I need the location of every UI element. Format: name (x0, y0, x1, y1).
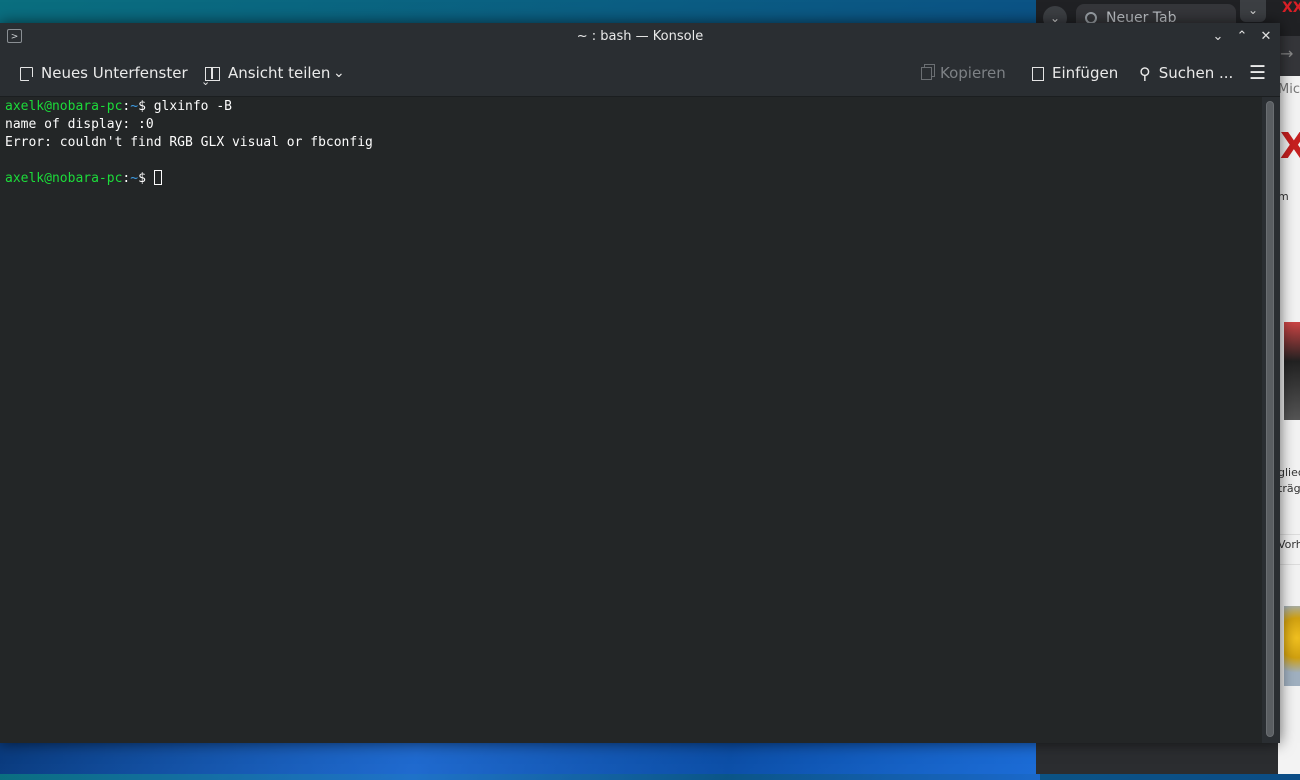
window-title: ~ : bash — Konsole (576, 29, 704, 44)
hamburger-menu-button[interactable]: ☰ (1249, 51, 1274, 96)
paste-label: Einfügen (1052, 64, 1119, 82)
paste-button[interactable]: Einfügen (1032, 51, 1118, 96)
output-line: Error: couldn't find RGB GLX visual or f… (5, 135, 373, 150)
search-icon: ⚲ (1139, 64, 1151, 83)
close-button[interactable]: ✕ (1256, 27, 1276, 47)
prompt-dollar: $ (138, 99, 154, 114)
konsole-toolbar: Neues Unterfenster ⌄ Ansicht teilen ⌄ Ko… (0, 51, 1280, 97)
terminal-scrollbar[interactable] (1262, 97, 1280, 743)
konsole-window: > ~ : bash — Konsole ⌄ ⌃ ✕ Neues Unterfe… (0, 23, 1280, 743)
browser-logo: XX (1282, 0, 1300, 16)
new-tab-icon (20, 66, 36, 84)
split-view-label: Ansicht teilen (228, 64, 331, 82)
new-tab-button[interactable]: Neues Unterfenster ⌄ (20, 51, 210, 96)
page-thumbnail-image (1284, 322, 1300, 420)
minimize-button[interactable]: ⌄ (1208, 27, 1228, 47)
maximize-button[interactable]: ⌃ (1232, 27, 1252, 47)
copy-icon (921, 67, 932, 80)
prompt-dollar: $ (138, 171, 154, 186)
prompt-path: ~ (130, 99, 139, 114)
page-snippet: Vorh (1278, 538, 1300, 551)
browser-page-content: Micr X m glied träg Vorh (1278, 76, 1300, 774)
forward-arrow-icon[interactable]: → (1280, 44, 1293, 63)
prompt-user-host: axelk@nobara-pc (5, 171, 123, 186)
command-text: glxinfo -B (153, 99, 232, 114)
page-divider (1278, 564, 1300, 565)
search-label: Suchen ... (1158, 64, 1234, 82)
hamburger-menu-icon: ☰ (1249, 62, 1267, 84)
title-bar[interactable]: > ~ : bash — Konsole ⌄ ⌃ ✕ (0, 23, 1280, 51)
split-view-dropdown-icon[interactable]: ⌄ (333, 51, 345, 96)
output-line: name of display: :0 (5, 117, 154, 132)
prompt-path: ~ (130, 171, 139, 186)
copy-button[interactable]: Kopieren (921, 51, 1006, 96)
new-tab-label: Neues Unterfenster (41, 64, 188, 82)
text-cursor (153, 170, 162, 185)
split-view-button[interactable]: Ansicht teilen (205, 51, 330, 96)
page-divider (1278, 534, 1300, 535)
scrollbar-thumb[interactable] (1266, 101, 1274, 737)
page-thumbnail-image (1284, 606, 1300, 686)
prompt-user-host: axelk@nobara-pc (5, 99, 123, 114)
terminal-output: axelk@nobara-pc:~$ glxinfo -B name of di… (5, 98, 373, 188)
page-logo-x: X (1280, 126, 1300, 167)
page-snippet: Micr (1278, 82, 1300, 97)
search-button[interactable]: ⚲ Suchen ... (1139, 51, 1233, 96)
page-snippet: glied (1278, 466, 1300, 479)
paste-icon (1032, 66, 1044, 81)
browser-tab-dropdown-icon[interactable]: ⌄ (1240, 0, 1266, 22)
copy-label: Kopieren (940, 64, 1006, 82)
split-view-icon (205, 66, 220, 81)
desktop-wallpaper-streak (0, 740, 1040, 780)
terminal-view[interactable]: axelk@nobara-pc:~$ glxinfo -B name of di… (0, 97, 1262, 743)
page-snippet: träg (1278, 482, 1300, 495)
